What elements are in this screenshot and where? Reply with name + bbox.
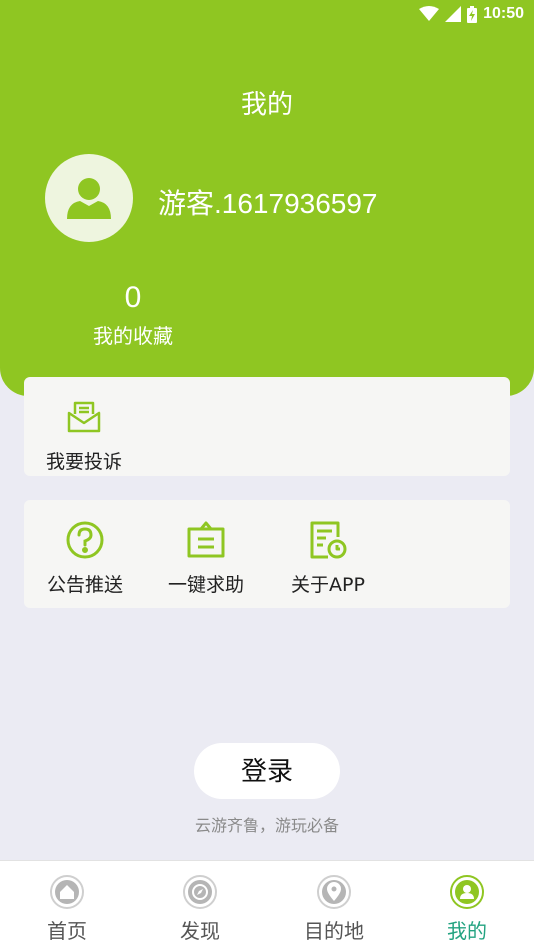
sos-label: 一键求助 bbox=[167, 574, 244, 596]
complaint-card: 我要投诉 bbox=[24, 377, 510, 476]
about-app-label: 关于APP bbox=[291, 574, 365, 596]
status-bar: 10:50 bbox=[419, 0, 524, 28]
document-clock-icon bbox=[310, 521, 347, 559]
user-icon bbox=[450, 875, 484, 909]
question-circle-icon bbox=[66, 521, 104, 559]
tab-home-label: 首页 bbox=[47, 919, 87, 943]
favorites-count: 0 bbox=[124, 281, 142, 314]
avatar[interactable] bbox=[45, 154, 133, 242]
announcement-label: 公告推送 bbox=[46, 574, 123, 596]
tab-destination[interactable]: 目的地 bbox=[279, 873, 389, 944]
complaint-button[interactable]: 我要投诉 bbox=[24, 395, 144, 474]
location-pin-icon bbox=[317, 875, 351, 909]
compass-icon bbox=[183, 875, 217, 909]
favorites-stat[interactable]: 0 我的收藏 bbox=[80, 282, 186, 349]
username: 游客.1617936597 bbox=[158, 188, 378, 219]
page-title: 我的 bbox=[240, 90, 293, 120]
slogan: 云游齐鲁，游玩必备 bbox=[194, 816, 339, 835]
wifi-icon bbox=[419, 6, 440, 21]
tab-discover-label: 发现 bbox=[180, 919, 220, 943]
tab-discover[interactable]: 发现 bbox=[145, 873, 255, 944]
home-icon bbox=[50, 875, 84, 909]
tab-mine-label: 我的 bbox=[447, 919, 487, 943]
help-sign-icon bbox=[187, 521, 225, 558]
about-app-button[interactable]: 关于APP bbox=[268, 518, 388, 597]
sos-button[interactable]: 一键求助 bbox=[146, 518, 266, 597]
tab-destination-label: 目的地 bbox=[304, 919, 364, 943]
announcement-button[interactable]: 公告推送 bbox=[25, 518, 145, 597]
favorites-label: 我的收藏 bbox=[93, 324, 173, 348]
bottom-tab-bar: 首页 发现 目的地 我的 bbox=[0, 860, 534, 950]
battery-icon bbox=[467, 5, 478, 23]
profile-header: 10:50 我的 游客.1617936597 0 我的收藏 bbox=[0, 0, 534, 396]
complaint-label: 我要投诉 bbox=[45, 451, 122, 473]
tab-home[interactable]: 首页 bbox=[12, 873, 122, 944]
tab-mine[interactable]: 我的 bbox=[412, 873, 522, 944]
signal-icon bbox=[445, 6, 462, 22]
status-time: 10:50 bbox=[483, 5, 524, 22]
login-button[interactable]: 登录 bbox=[194, 743, 340, 799]
services-card: 公告推送 一键求助 关于APP bbox=[24, 500, 510, 608]
user-silhouette-icon bbox=[67, 178, 111, 219]
envelope-icon bbox=[67, 401, 101, 433]
